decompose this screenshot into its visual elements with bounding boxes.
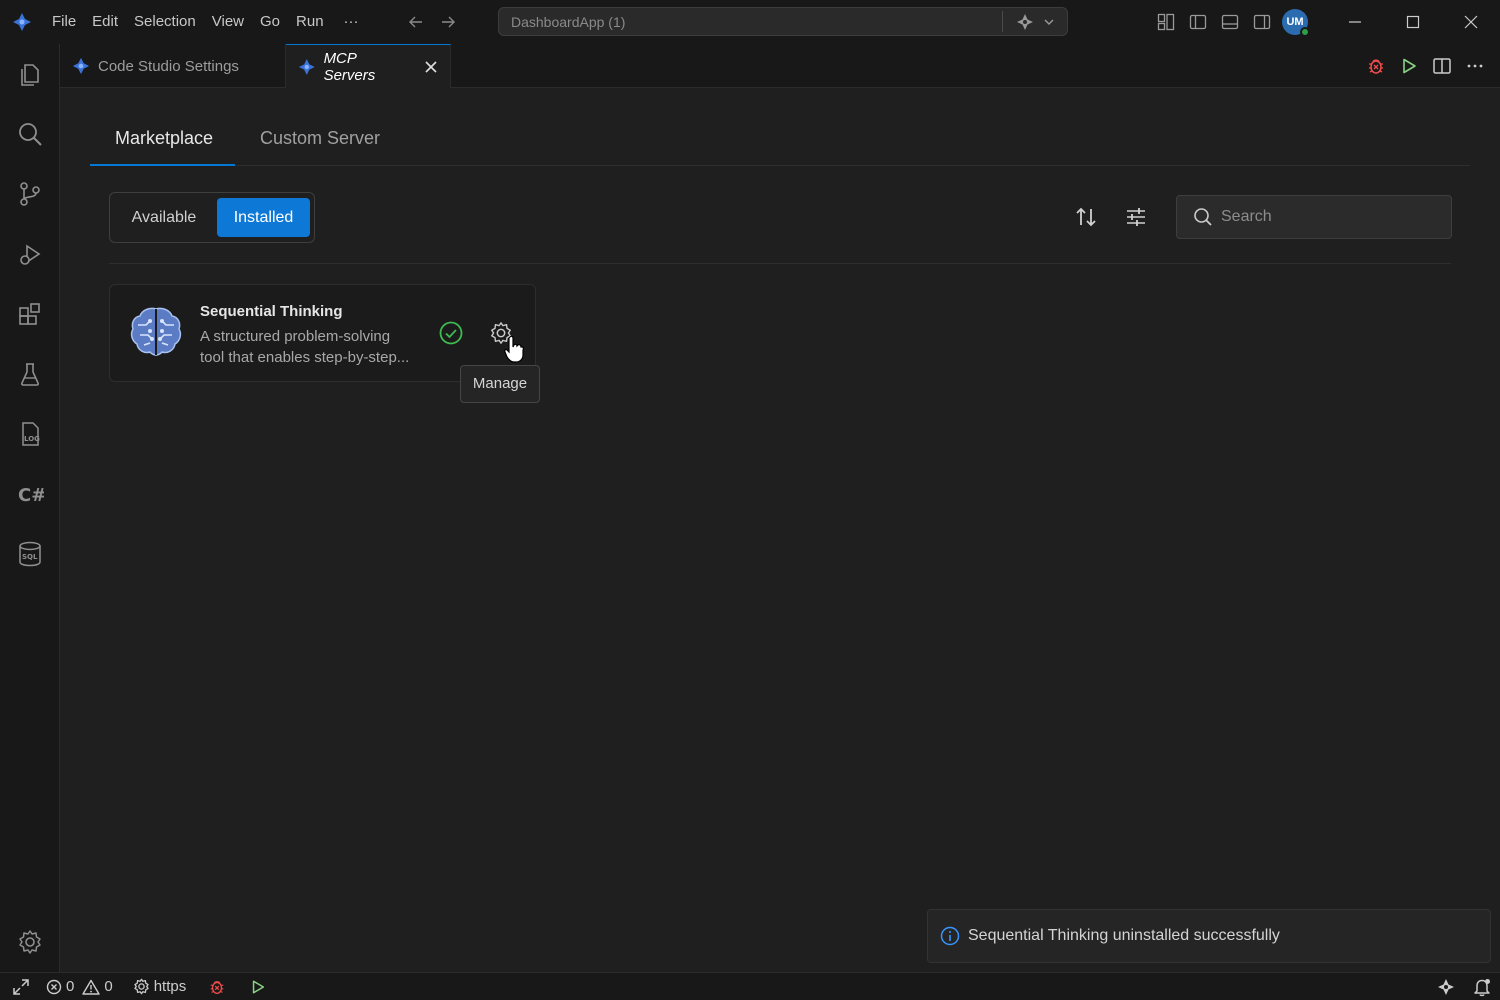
account-avatar[interactable]: UM [1282,9,1310,37]
server-description-line2: tool that enables step-by-step... [200,349,410,366]
minimize-icon [1349,21,1361,23]
available-installed-toggle: Available Installed [109,192,315,243]
remote-indicator[interactable] [0,973,40,1000]
log-file-icon[interactable]: LOG [0,406,60,462]
sort-button[interactable] [1070,201,1102,233]
editor-tab-bar: Code Studio Settings MCP Servers [60,44,1500,89]
close-icon [1464,15,1478,29]
status-bar: 0 0 https [0,972,1500,1000]
menu-run[interactable]: Run [288,7,332,37]
svg-text:LOG: LOG [24,435,40,443]
notifications-bell-icon[interactable] [1472,977,1492,997]
menu-more-button[interactable]: ··· [332,7,371,37]
maximize-button[interactable] [1384,0,1442,44]
debug-bug-icon[interactable] [1364,55,1387,78]
tab-marketplace[interactable]: Marketplace [90,118,235,166]
run-play-icon[interactable] [1397,55,1420,78]
search-box [1176,195,1452,239]
back-arrow-icon[interactable] [407,13,425,31]
filter-button[interactable] [1120,201,1152,233]
svg-text:C#: C# [18,485,44,506]
hand-cursor-icon [504,335,524,363]
mcp-tab-logo-icon [298,59,315,75]
main-tabs: Marketplace Custom Server [90,118,1470,166]
app-logo-icon[interactable] [0,0,44,44]
installed-button[interactable]: Installed [217,198,310,237]
sql-database-icon[interactable]: SQL [0,526,60,582]
online-status-dot [1300,27,1310,37]
menu-go[interactable]: Go [252,7,288,37]
server-description: A structured problem-solving tool that e… [200,326,418,368]
warning-icon [82,979,101,995]
remote-icon [13,978,29,995]
explorer-icon[interactable] [0,46,60,102]
forward-arrow-icon[interactable] [439,13,457,31]
manage-tooltip: Manage [460,365,540,403]
tab-custom-server[interactable]: Custom Server [235,118,415,166]
close-tab-icon[interactable] [424,60,438,74]
toggle-panel-icon[interactable] [1214,6,1246,38]
copilot-menu-button[interactable] [1003,12,1067,32]
tab-label: Code Studio Settings [98,57,239,75]
warning-count: 0 [104,978,113,995]
notification-message: Sequential Thinking uninstalled successf… [968,927,1280,944]
testing-flask-icon[interactable] [0,346,60,402]
command-center[interactable]: DashboardApp (1) [498,7,1068,36]
menu-selection[interactable]: Selection [126,7,204,37]
search-icon[interactable] [0,106,60,162]
menu-view[interactable]: View [204,7,252,37]
search-icon [1194,208,1212,226]
info-icon [940,926,960,946]
available-button[interactable]: Available [114,198,214,237]
https-indicator[interactable]: https [127,973,193,1000]
sort-arrows-icon [1076,207,1096,227]
brain-logo-icon [128,303,184,359]
toggle-primary-sidebar-icon[interactable] [1182,6,1214,38]
copilot-status-icon[interactable] [1436,977,1456,997]
copilot-icon [1017,13,1033,30]
settings-tab-logo-icon [72,57,90,75]
gear-icon [133,978,149,995]
mcp-servers-editor: Marketplace Custom Server Available Inst… [60,88,1500,972]
svg-text:SQL: SQL [22,553,38,561]
csharp-icon[interactable]: C# [0,466,60,522]
search-input[interactable] [1221,208,1441,226]
manage-settings-gear-icon[interactable] [0,914,60,970]
status-debug-bug-icon[interactable] [202,973,232,1000]
tab-label: MCP Servers [323,50,376,84]
https-label: https [153,978,187,995]
more-actions-icon[interactable] [1463,55,1486,78]
server-name: Sequential Thinking [200,303,343,320]
extensions-icon[interactable] [0,286,60,342]
customize-layout-icon[interactable] [1150,6,1182,38]
close-window-button[interactable] [1442,0,1500,44]
installed-check-icon [438,320,464,346]
menu-edit[interactable]: Edit [84,7,126,37]
split-editor-icon[interactable] [1430,55,1453,78]
tab-mcp-servers[interactable]: MCP Servers [286,44,451,89]
problems-indicator[interactable]: 0 0 [40,973,119,1000]
toggle-secondary-sidebar-icon[interactable] [1246,6,1278,38]
avatar-initials: UM [1286,16,1304,28]
minimize-button[interactable] [1326,0,1384,44]
command-center-text: DashboardApp (1) [511,13,626,30]
error-count: 0 [66,978,75,995]
error-icon [46,979,62,994]
title-bar: File Edit Selection View Go Run ··· Dash… [0,0,1500,44]
source-control-icon[interactable] [0,166,60,222]
filter-row: Available Installed [109,192,1452,244]
divider [109,263,1451,264]
chevron-down-icon [1044,19,1054,25]
notification-toast: Sequential Thinking uninstalled successf… [927,909,1491,963]
maximize-icon [1406,15,1420,29]
status-run-play-icon[interactable] [244,973,272,1000]
server-description-line1: A structured problem-solving [200,328,391,345]
tab-code-studio-settings[interactable]: Code Studio Settings [60,44,286,88]
activity-bar: LOG C# SQL [0,44,60,972]
menu-file[interactable]: File [44,7,84,37]
run-debug-icon[interactable] [0,226,60,282]
filter-sliders-icon [1127,208,1145,226]
